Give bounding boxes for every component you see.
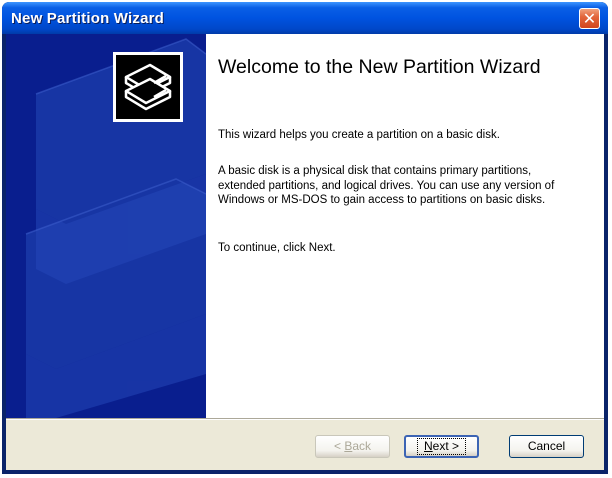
wizard-window: New Partition Wizard ✕ Welcome to the Ne… [2, 2, 608, 474]
window-title: New Partition Wizard [11, 10, 165, 27]
intro-text: This wizard helps you create a partition… [218, 129, 500, 141]
divider-highlight [6, 419, 604, 420]
wizard-content: Welcome to the New Partition Wizard This… [206, 34, 604, 418]
close-icon: ✕ [582, 9, 597, 28]
cancel-button[interactable]: Cancel [509, 435, 584, 458]
wizard-body: Welcome to the New Partition Wizard This… [6, 34, 604, 470]
back-button[interactable]: < Back [315, 435, 390, 458]
next-button[interactable]: Next > [404, 435, 479, 458]
basic-disk-description: A basic disk is a physical disk that con… [218, 165, 555, 206]
continue-instruction: To continue, click Next. [218, 242, 336, 254]
disk-stack-icon [113, 52, 183, 122]
close-button[interactable]: ✕ [579, 8, 600, 29]
title-bar[interactable]: New Partition Wizard ✕ [2, 2, 608, 34]
page-title: Welcome to the New Partition Wizard [218, 56, 541, 78]
side-banner [6, 34, 206, 418]
